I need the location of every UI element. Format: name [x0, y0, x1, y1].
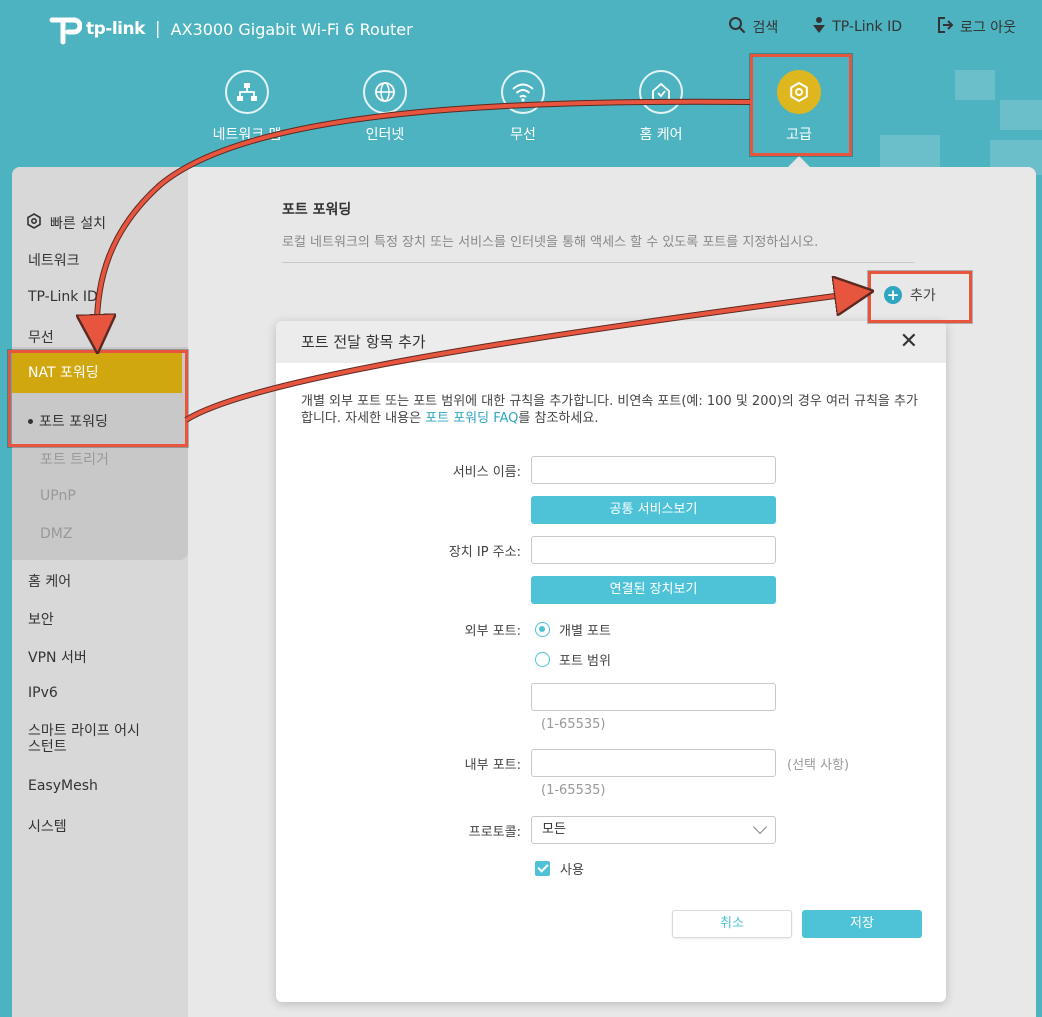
- nav-advanced[interactable]: 고급: [730, 62, 868, 144]
- search-icon: [728, 16, 746, 38]
- tplink-id-icon: [812, 16, 826, 38]
- radio-single-port[interactable]: 개별 포트: [535, 620, 611, 639]
- gear-icon: [777, 70, 821, 114]
- sidebar-item-vpn-server[interactable]: VPN 서버: [28, 647, 87, 667]
- sidebar-item-label: 포트 포워딩: [39, 414, 108, 430]
- search-link-label: 검색: [752, 20, 779, 36]
- sidebar-item-quick-setup[interactable]: 빠른 설치: [26, 213, 106, 233]
- logo-text: tp-link: [86, 19, 145, 39]
- logout-link-label: 로그 아웃: [960, 20, 1016, 36]
- chevron-down-icon: [752, 819, 768, 835]
- sidebar-item-wireless[interactable]: 무선: [28, 327, 54, 347]
- service-name-input[interactable]: [531, 456, 776, 484]
- device-ip-input[interactable]: [531, 536, 776, 564]
- sidebar-item-upnp[interactable]: UPnP: [40, 488, 76, 504]
- add-button[interactable]: + 추가: [884, 285, 936, 305]
- sidebar-item-smart-life[interactable]: 스마트 라이프 어시 스턴트: [28, 723, 140, 755]
- tplink-id-link[interactable]: TP-Link ID: [812, 16, 902, 38]
- globe-icon: [363, 70, 407, 114]
- sidebar-item-port-forwarding[interactable]: 포트 포워딩: [28, 411, 108, 431]
- page-description: 로컬 네트워크의 특정 장치 또는 서비스를 인터넷을 통해 액세스 할 수 있…: [282, 231, 914, 263]
- logout-icon: [936, 16, 954, 38]
- logo-separator: |: [154, 19, 161, 39]
- sidebar-item-system[interactable]: 시스템: [28, 816, 67, 836]
- external-port-hint: (1-65535): [541, 717, 606, 732]
- nav-home-care[interactable]: 홈 케어: [592, 62, 730, 144]
- sidebar-item-port-trigger[interactable]: 포트 트리거: [40, 449, 109, 469]
- close-icon[interactable]: ✕: [900, 321, 918, 363]
- external-port-input[interactable]: [531, 683, 776, 711]
- internal-port-label: 내부 포트:: [464, 758, 521, 773]
- sidebar-item-dmz[interactable]: DMZ: [40, 526, 72, 542]
- protocol-label: 프로토콜:: [468, 825, 521, 840]
- internal-port-hint: (1-65535): [541, 783, 606, 798]
- dialog-title: 포트 전달 항목 추가: [301, 333, 426, 351]
- checkbox-checked-icon: [535, 861, 550, 876]
- wifi-icon: [501, 70, 545, 114]
- save-button[interactable]: 저장: [802, 910, 922, 938]
- nav-label: 인터넷: [365, 127, 405, 143]
- sidebar-item-ipv6[interactable]: IPv6: [28, 685, 58, 701]
- network-map-icon: [225, 70, 269, 114]
- home-care-icon: [639, 70, 683, 114]
- add-button-label: 추가: [910, 288, 936, 304]
- sidebar-item-label: 빠른 설치: [50, 216, 106, 232]
- dialog-description-text: 개별 외부 포트 또는 포트 범위에 대한 규칙을 추가합니다. 비연속 포트(…: [301, 394, 918, 426]
- main-nav: 네트워크 맵 인터넷 무선 홈 케어 고급: [178, 62, 868, 144]
- tplink-logo[interactable]: tp-link | AX3000 Gigabit Wi-Fi 6 Router: [48, 12, 413, 46]
- decor-square: [1000, 100, 1042, 130]
- nav-internet[interactable]: 인터넷: [316, 62, 454, 144]
- enable-label: 사용: [560, 863, 584, 878]
- device-ip-label: 장치 IP 주소:: [448, 545, 521, 560]
- sidebar-item-tplink-id[interactable]: TP-Link ID: [28, 289, 98, 305]
- top-links: 검색 TP-Link ID 로그 아웃: [728, 16, 1016, 38]
- cancel-button[interactable]: 취소: [672, 910, 792, 938]
- radio-selected-icon: [535, 622, 550, 637]
- external-port-label: 외부 포트:: [464, 624, 521, 639]
- connected-devices-button[interactable]: 연결된 장치보기: [531, 576, 776, 604]
- nav-pointer: [788, 156, 810, 167]
- sidebar-item-security[interactable]: 보안: [28, 609, 54, 629]
- protocol-select[interactable]: 모든: [531, 816, 776, 844]
- common-services-button[interactable]: 공통 서비스보기: [531, 496, 776, 524]
- radio-label: 개별 포트: [559, 624, 611, 639]
- nav-wireless[interactable]: 무선: [454, 62, 592, 144]
- radio-unselected-icon: [535, 652, 550, 667]
- decor-square: [955, 70, 995, 100]
- sidebar-item-easymesh[interactable]: EasyMesh: [28, 778, 98, 794]
- nav-network-map[interactable]: 네트워크 맵: [178, 62, 316, 144]
- dialog-description-text-end: 를 참조하세요.: [518, 411, 599, 426]
- nav-label: 네트워크 맵: [212, 127, 282, 143]
- search-link[interactable]: 검색: [728, 16, 778, 38]
- internal-port-optional: (선택 사항): [787, 758, 850, 773]
- tplink-id-link-label: TP-Link ID: [832, 19, 903, 35]
- enable-checkbox[interactable]: 사용: [535, 859, 584, 878]
- router-model: AX3000 Gigabit Wi-Fi 6 Router: [170, 19, 413, 39]
- tplink-logo-icon: [48, 12, 83, 46]
- plus-icon: +: [884, 286, 902, 304]
- nav-label: 홈 케어: [639, 127, 683, 143]
- sidebar: 빠른 설치 네트워크 TP-Link ID 무선 NAT 포워딩 포트 포워딩 …: [12, 167, 188, 1017]
- port-forwarding-faq-link[interactable]: 포트 포워딩 FAQ: [425, 411, 518, 426]
- sidebar-item-network[interactable]: 네트워크: [28, 250, 80, 270]
- nav-label: 고급: [786, 127, 812, 143]
- active-dot-icon: [28, 418, 33, 424]
- header: tp-link | AX3000 Gigabit Wi-Fi 6 Router …: [0, 0, 1042, 175]
- dialog-description: 개별 외부 포트 또는 포트 범위에 대한 규칙을 추가합니다. 비연속 포트(…: [301, 393, 926, 427]
- sidebar-item-nat-forwarding[interactable]: NAT 포워딩: [12, 353, 182, 393]
- page-title: 포트 포워딩: [282, 202, 352, 218]
- radio-label: 포트 범위: [559, 654, 611, 669]
- logout-link[interactable]: 로그 아웃: [936, 16, 1016, 38]
- protocol-selected-value: 모든: [542, 822, 566, 837]
- sidebar-item-home-care[interactable]: 홈 케어: [28, 571, 71, 591]
- dialog-header: 포트 전달 항목 추가 ✕: [276, 321, 946, 363]
- radio-port-range[interactable]: 포트 범위: [535, 650, 611, 669]
- nav-label: 무선: [510, 127, 536, 143]
- gear-icon: [26, 213, 42, 233]
- internal-port-input[interactable]: [531, 749, 776, 777]
- service-name-label: 서비스 이름:: [452, 465, 521, 480]
- add-rule-dialog: 포트 전달 항목 추가 ✕ 개별 외부 포트 또는 포트 범위에 대한 규칙을 …: [276, 321, 946, 1002]
